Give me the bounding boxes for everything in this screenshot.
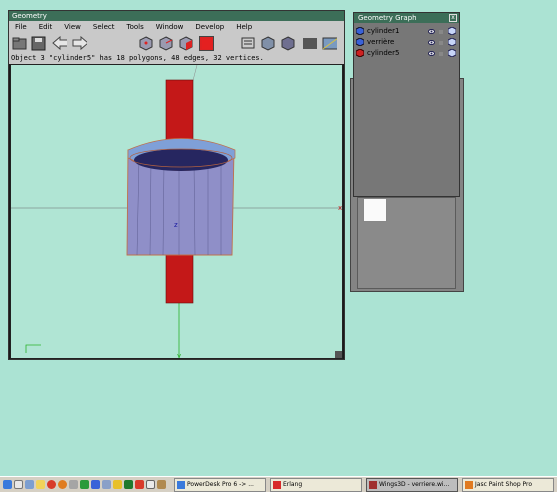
perspective-icon[interactable] <box>322 36 337 51</box>
wireframe-cube-icon[interactable] <box>448 49 456 57</box>
object-label: cylinder5 <box>367 49 400 57</box>
menu-bar: File Edit View Select Tools Window Devel… <box>9 21 344 33</box>
geometry-graph-title[interactable]: Geometry Graph <box>354 13 459 23</box>
lock-icon[interactable] <box>438 28 444 34</box>
menu-window[interactable]: Window <box>150 21 190 33</box>
quicklaunch-globe-icon[interactable] <box>102 480 111 489</box>
groundplane-icon[interactable] <box>241 36 256 51</box>
task-label: Wings3D - verriere.wi... <box>379 481 450 488</box>
3d-viewport[interactable]: z x y <box>10 64 343 359</box>
geometry-window-title[interactable]: Geometry <box>9 11 344 21</box>
cube-selected-icon <box>356 49 364 57</box>
quicklaunch-excel-icon[interactable] <box>124 480 133 489</box>
quicklaunch-brown-icon[interactable] <box>157 480 166 489</box>
quicklaunch-firefox-icon[interactable] <box>58 480 67 489</box>
menu-file[interactable]: File <box>9 21 33 33</box>
task-label: Jasc Paint Shop Pro <box>475 481 533 488</box>
wireframe-icon[interactable] <box>302 36 317 51</box>
quicklaunch-doc-icon[interactable] <box>14 480 23 489</box>
flat-shade-icon[interactable] <box>281 36 296 51</box>
taskbar-button-erlang[interactable]: Erlang <box>270 478 362 492</box>
axis-label-x: x <box>338 204 342 212</box>
menu-view[interactable]: View <box>58 21 87 33</box>
quicklaunch-blue-icon[interactable] <box>91 480 100 489</box>
object-label: verrière <box>367 38 395 46</box>
eye-icon[interactable] <box>428 39 435 46</box>
white-thumbnail <box>363 198 387 222</box>
save-icon[interactable] <box>31 36 46 51</box>
lock-icon[interactable] <box>438 50 444 56</box>
menu-tools[interactable]: Tools <box>121 21 150 33</box>
wireframe-cube-icon[interactable] <box>448 38 456 46</box>
cylinder-top-opening <box>134 149 228 171</box>
geometry-graph-window: Geometry Graph x cylinder1 verrière cyli… <box>353 12 460 197</box>
menu-help[interactable]: Help <box>230 21 258 33</box>
taskbar-button-paintshop[interactable]: Jasc Paint Shop Pro <box>462 478 554 492</box>
task-label: PowerDesk Pro 6 -> ... <box>187 481 254 488</box>
quicklaunch-red-icon[interactable] <box>135 480 144 489</box>
close-button[interactable]: x <box>449 14 457 22</box>
red-pole-bottom <box>165 254 194 304</box>
wireframe-cube-icon[interactable] <box>448 27 456 35</box>
eye-icon[interactable] <box>428 28 435 35</box>
smooth-shade-icon[interactable] <box>261 36 276 51</box>
graph-item-verriere[interactable]: verrière <box>356 37 456 47</box>
graph-item-cylinder5[interactable]: cylinder5 <box>356 48 456 58</box>
paintshop-icon <box>465 481 473 489</box>
task-label: Erlang <box>283 481 303 488</box>
wings3d-icon <box>369 481 377 489</box>
status-message: Object 3 "cylinder5" has 18 polygons, 48… <box>9 53 344 64</box>
eye-icon[interactable] <box>428 50 435 57</box>
quicklaunch-window-icon[interactable] <box>146 480 155 489</box>
powerdesk-icon <box>177 481 185 489</box>
axis-label-z: z <box>174 221 178 229</box>
taskbar: PowerDesk Pro 6 -> ... Erlang Wings3D - … <box>0 476 557 492</box>
vertex-mode-icon[interactable] <box>139 36 154 51</box>
redo-arrow-icon[interactable] <box>72 36 87 51</box>
quicklaunch-folder-icon[interactable] <box>113 480 122 489</box>
viewport-scene[interactable]: z x y <box>11 65 343 359</box>
axis-label-y: y <box>177 352 181 359</box>
graph-item-cylinder1[interactable]: cylinder1 <box>356 26 456 36</box>
resize-grip[interactable] <box>335 351 342 358</box>
undo-arrow-icon[interactable] <box>52 36 67 51</box>
taskbar-button-powerdesk[interactable]: PowerDesk Pro 6 -> ... <box>174 478 266 492</box>
quicklaunch-green-icon[interactable] <box>80 480 89 489</box>
menu-edit[interactable]: Edit <box>33 21 59 33</box>
quicklaunch-app-icon[interactable] <box>47 480 56 489</box>
cube-icon <box>356 27 364 35</box>
erlang-icon <box>273 481 281 489</box>
mini-axis-gizmo <box>25 344 41 353</box>
quicklaunch-mail-icon[interactable] <box>36 480 45 489</box>
edge-mode-icon[interactable] <box>159 36 174 51</box>
face-mode-icon[interactable] <box>179 36 194 51</box>
cube-icon <box>356 38 364 46</box>
lock-icon[interactable] <box>438 39 444 45</box>
open-folder-icon[interactable] <box>12 36 27 51</box>
quicklaunch-ie-icon[interactable] <box>3 480 12 489</box>
quicklaunch-desktop-icon[interactable] <box>25 480 34 489</box>
body-mode-icon[interactable] <box>199 36 214 51</box>
menu-select[interactable]: Select <box>87 21 121 33</box>
menu-develop[interactable]: Develop <box>189 21 230 33</box>
taskbar-button-wings3d[interactable]: Wings3D - verriere.wi... <box>366 478 458 492</box>
geometry-window: Geometry File Edit View Select Tools Win… <box>8 10 345 360</box>
object-label: cylinder1 <box>367 27 400 35</box>
quicklaunch-tool-icon[interactable] <box>69 480 78 489</box>
